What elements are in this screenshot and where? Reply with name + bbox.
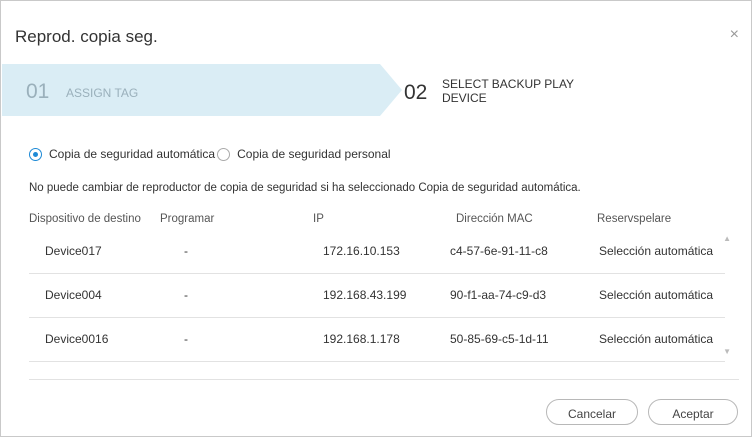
cell-mac: 90-f1-aa-74-c9-d3: [450, 288, 547, 302]
backup-playback-dialog: Reprod. copia seg. × 01 ASSIGN TAG 02 SE…: [0, 0, 752, 437]
close-icon[interactable]: ×: [730, 27, 739, 43]
step-number: 01: [26, 80, 50, 103]
radio-personal-label[interactable]: Copia de seguridad personal: [237, 147, 390, 161]
cell-ip: 192.168.1.178: [323, 332, 400, 346]
accept-button[interactable]: Aceptar: [648, 399, 738, 425]
table-row[interactable]: Device017 - 172.16.10.153 c4-57-6e-91-11…: [29, 229, 725, 274]
step-arrow: [380, 64, 402, 116]
column-header-schedule: Programar: [160, 213, 215, 225]
radio-personal-backup[interactable]: [217, 147, 231, 161]
cell-mac: c4-57-6e-91-11-c8: [450, 244, 548, 258]
cell-ip: 172.16.10.153: [323, 244, 400, 258]
table-row[interactable]: Device004 - 192.168.43.199 90-f1-aa-74-c…: [29, 273, 725, 318]
radio-automatic-backup[interactable]: [29, 147, 42, 161]
info-note: No puede cambiar de reproductor de copia…: [29, 182, 581, 194]
scroll-up-icon[interactable]: ▲: [723, 234, 731, 243]
wizard-steps: 01 ASSIGN TAG 02 SELECT BACKUP PLAY DEVI…: [2, 64, 750, 116]
cell-device: Device004: [45, 288, 102, 302]
column-header-reserve: Reservspelare: [597, 213, 672, 225]
step-label: ASSIGN TAG: [66, 86, 139, 100]
dialog-title: Reprod. copia seg.: [15, 27, 158, 46]
column-header-device: Dispositivo de destino: [29, 213, 141, 225]
column-header-ip: IP: [313, 213, 324, 225]
cell-device: Device017: [45, 244, 102, 258]
cell-schedule: -: [184, 244, 188, 258]
cell-reserve: Selección automática: [599, 332, 714, 346]
step-number-active: 02: [404, 81, 428, 104]
column-header-mac: Dirección MAC: [456, 213, 533, 225]
cell-schedule: -: [184, 332, 188, 346]
backup-mode-options: Copia de seguridad automática Copia de s…: [29, 147, 391, 161]
cell-mac: 50-85-69-c5-1d-11: [450, 332, 549, 346]
scroll-down-icon[interactable]: ▼: [723, 347, 731, 356]
divider: [29, 379, 739, 380]
cancel-button[interactable]: Cancelar: [546, 399, 638, 425]
step-label-active: SELECT BACKUP PLAY DEVICE: [442, 77, 574, 105]
radio-automatic-label[interactable]: Copia de seguridad automática: [49, 147, 215, 161]
table-row[interactable]: Device0016 - 192.168.1.178 50-85-69-c5-1…: [29, 317, 725, 362]
cell-device: Device0016: [45, 332, 109, 346]
cell-reserve: Selección automática: [599, 288, 714, 302]
device-table: Device017 - 172.16.10.153 c4-57-6e-91-11…: [29, 229, 739, 362]
cell-ip: 192.168.43.199: [323, 288, 407, 302]
cell-reserve: Selección automática: [599, 244, 714, 258]
step-assign-tag: 01 ASSIGN TAG: [2, 64, 380, 116]
cell-schedule: -: [184, 288, 188, 302]
